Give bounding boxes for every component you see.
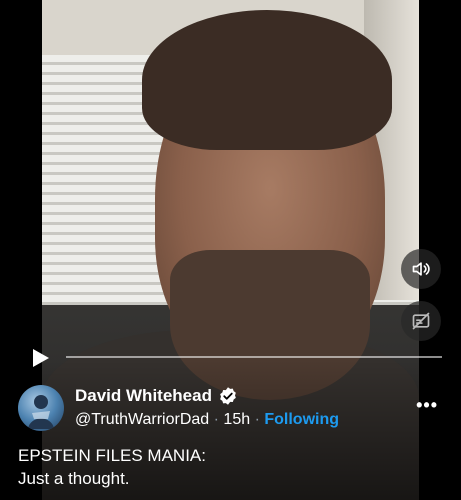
volume-button[interactable] [401, 249, 441, 289]
more-options-button[interactable]: ••• [416, 395, 438, 416]
captions-off-icon [412, 312, 430, 330]
tweet-time[interactable]: 15h [223, 411, 250, 428]
video-progress-bar[interactable] [66, 356, 442, 358]
tweet-text-line: EPSTEIN FILES MANIA: [18, 446, 206, 465]
volume-icon [412, 262, 430, 276]
separator-dot: · [213, 411, 219, 428]
author-handle-line: @TruthWarriorDad · 15h · Following [75, 411, 339, 429]
avatar-image [28, 395, 54, 429]
avatar[interactable] [18, 385, 64, 431]
video-person-hair [142, 10, 392, 150]
captions-button[interactable] [401, 301, 441, 341]
separator-dot: · [254, 411, 260, 428]
author-name[interactable]: David Whitehead [75, 386, 212, 406]
following-button[interactable]: Following [264, 411, 339, 428]
author-handle[interactable]: @TruthWarriorDad [75, 411, 209, 428]
verified-badge-icon [220, 387, 236, 405]
more-icon: ••• [416, 395, 438, 415]
play-button[interactable] [31, 348, 51, 368]
tweet-author-row: David Whitehead @TruthWarriorDad · 15h ·… [18, 383, 448, 433]
play-icon [33, 349, 49, 367]
tweet-text-line: Just a thought. [18, 469, 130, 488]
tweet-text: EPSTEIN FILES MANIA: Just a thought. [18, 444, 206, 490]
